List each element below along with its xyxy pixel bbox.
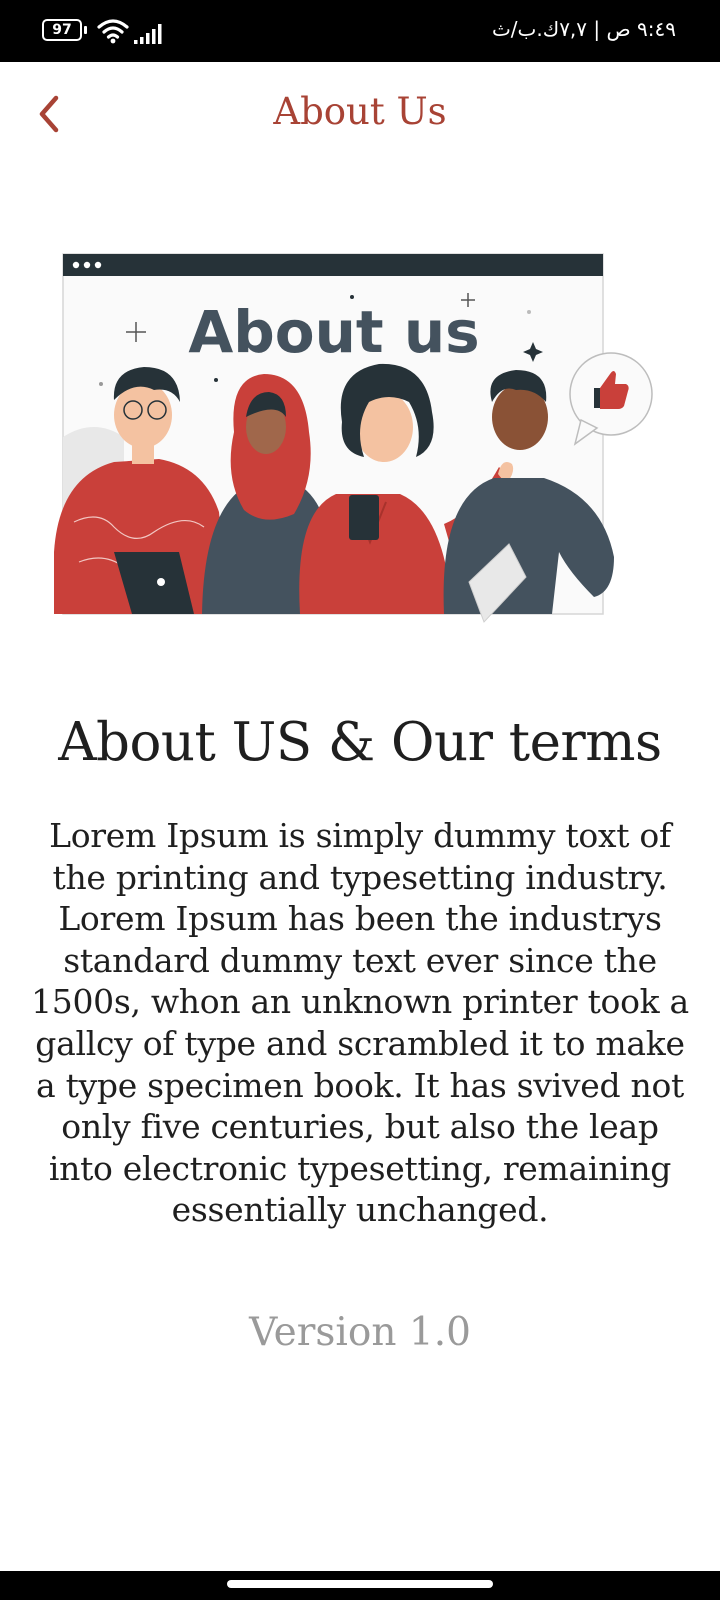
status-time: ٩:٤٩ ص | ٧,٧ك.ب/ث <box>491 17 676 41</box>
app-version-label: Version 1.0 <box>249 1310 471 1355</box>
content-heading: About US & Our terms <box>58 712 662 773</box>
browser-window-titlebar <box>63 254 603 276</box>
signal-icon <box>134 24 162 44</box>
battery-icon: 97 <box>42 19 82 41</box>
page-title: About Us <box>273 90 447 133</box>
status-bar: 97 ٩:٤٩ ص | ٧,٧ك.ب/ث <box>0 0 720 62</box>
content-body-text: Lorem Ipsum is simply dummy toxt of the … <box>31 816 689 1230</box>
about-us-illustration: About us <box>54 253 653 623</box>
banner-text: About us <box>188 298 479 366</box>
app-header: About Us <box>0 62 720 164</box>
wifi-icon <box>97 19 129 44</box>
thumbs-up-bubble <box>569 352 653 446</box>
system-navigation-bar <box>0 1571 720 1600</box>
home-indicator[interactable] <box>227 1580 493 1588</box>
battery-level: 97 <box>52 22 72 38</box>
battery-tip <box>84 26 87 34</box>
